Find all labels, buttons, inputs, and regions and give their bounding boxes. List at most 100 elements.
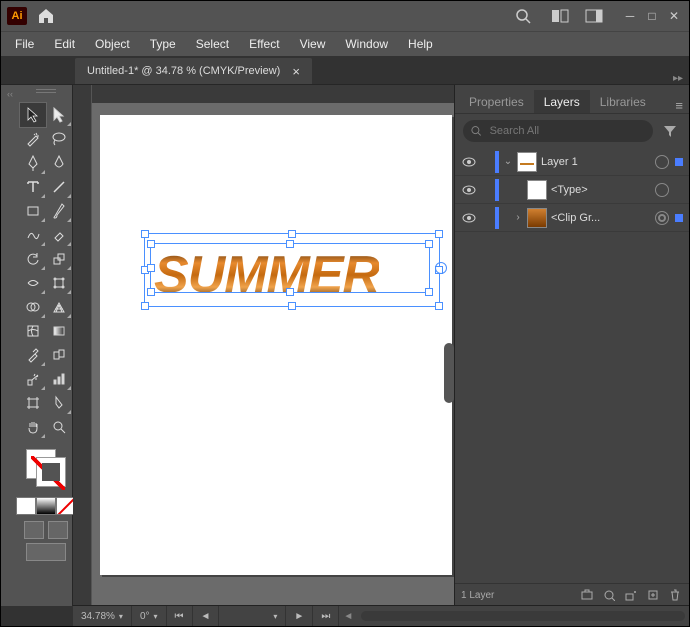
document-tab[interactable]: Untitled-1* @ 34.78 % (CMYK/Preview) × [75, 58, 312, 84]
layer-row-layer1[interactable]: ⌄ Layer 1 [455, 148, 689, 176]
bounding-box-inner[interactable] [150, 243, 430, 293]
menu-edit[interactable]: Edit [44, 35, 85, 53]
layer-name[interactable]: Layer 1 [541, 156, 651, 168]
stroke-swatch[interactable] [36, 457, 66, 487]
panel-flyout-icon[interactable]: ▸▸ [673, 73, 683, 84]
expand-caret[interactable]: ⌄ [503, 156, 513, 167]
tools-grip[interactable] [26, 89, 66, 99]
gradient-mode-button[interactable] [36, 497, 56, 515]
ruler-horizontal[interactable] [92, 85, 454, 104]
symbol-sprayer-tool[interactable] [20, 367, 46, 391]
gradient-tool[interactable] [46, 319, 72, 343]
menu-select[interactable]: Select [186, 35, 239, 53]
menu-file[interactable]: File [5, 35, 44, 53]
menu-view[interactable]: View [290, 35, 336, 53]
tab-properties[interactable]: Properties [459, 90, 534, 113]
blend-tool[interactable] [46, 343, 72, 367]
line-segment-tool[interactable] [46, 175, 72, 199]
close-tab-icon[interactable]: × [292, 64, 300, 79]
new-layer-icon[interactable] [645, 587, 661, 603]
visibility-toggle[interactable] [461, 213, 477, 223]
horizontal-scrollbar[interactable] [361, 611, 685, 621]
artboard-nav-next[interactable]: ► [286, 606, 313, 626]
text-out-port-icon[interactable] [435, 262, 447, 274]
locate-object-icon[interactable] [579, 587, 595, 603]
zoom-tool[interactable] [46, 415, 72, 439]
zoom-level[interactable]: 34.78%▾ [73, 606, 132, 626]
tab-layers[interactable]: Layers [534, 90, 590, 113]
eraser-tool[interactable] [46, 223, 72, 247]
artboard[interactable]: SUMMER [100, 115, 452, 575]
arrange-documents-icon[interactable] [551, 9, 569, 23]
expand-caret[interactable]: › [513, 212, 523, 223]
direct-selection-tool[interactable] [46, 103, 72, 127]
target-icon[interactable] [655, 155, 669, 169]
layers-search-input[interactable] [463, 120, 653, 142]
menu-help[interactable]: Help [398, 35, 443, 53]
layer-name[interactable]: <Clip Gr... [551, 212, 651, 224]
search-icon[interactable] [515, 8, 531, 24]
draw-normal-button[interactable] [24, 521, 44, 539]
create-sublayer-icon[interactable] [623, 587, 639, 603]
maximize-button[interactable]: □ [643, 9, 661, 23]
delete-layer-icon[interactable] [667, 587, 683, 603]
home-icon[interactable] [37, 8, 55, 24]
rotate-view[interactable]: 0°▾ [132, 606, 167, 626]
make-clipping-mask-icon[interactable] [601, 587, 617, 603]
eyedropper-tool[interactable] [20, 343, 46, 367]
minimize-button[interactable]: ─ [621, 9, 639, 23]
shape-builder-tool[interactable] [20, 295, 46, 319]
shaper-tool[interactable] [20, 223, 46, 247]
close-window-button[interactable]: ✕ [665, 9, 683, 23]
mesh-tool[interactable] [20, 319, 46, 343]
width-tool[interactable] [20, 271, 46, 295]
layer-name[interactable]: <Type> [551, 184, 651, 196]
hscroll-left[interactable]: ◄ [339, 611, 357, 622]
rectangle-tool[interactable] [20, 199, 46, 223]
menu-object[interactable]: Object [85, 35, 140, 53]
vertical-scrollbar[interactable] [444, 343, 454, 403]
column-graph-tool[interactable] [46, 367, 72, 391]
artboard-nav-prev[interactable]: ◄ [193, 606, 220, 626]
selection-tool[interactable] [20, 103, 46, 127]
hand-tool[interactable] [20, 415, 46, 439]
screen-mode-button[interactable] [26, 543, 66, 561]
paintbrush-tool[interactable] [46, 199, 72, 223]
workspace-switcher-icon[interactable] [585, 9, 603, 23]
collapsed-panel-strip[interactable]: ‹‹ [1, 85, 19, 606]
ruler-vertical[interactable] [73, 85, 92, 606]
perspective-grid-tool[interactable] [46, 295, 72, 319]
tab-libraries[interactable]: Libraries [590, 90, 656, 113]
target-icon[interactable] [655, 183, 669, 197]
target-icon[interactable] [655, 211, 669, 225]
fill-stroke-control[interactable] [24, 447, 68, 487]
curvature-tool[interactable] [46, 151, 72, 175]
menu-type[interactable]: Type [140, 35, 186, 53]
draw-behind-button[interactable] [48, 521, 68, 539]
canvas[interactable]: SUMMER [92, 103, 454, 606]
panel-menu-icon[interactable]: ≡ [675, 98, 683, 113]
type-tool[interactable] [20, 175, 46, 199]
artboard-nav-field[interactable]: ▾ [219, 606, 286, 626]
visibility-toggle[interactable] [461, 185, 477, 195]
artboard-nav-last[interactable]: ⏭ [313, 606, 339, 626]
menu-window[interactable]: Window [335, 35, 398, 53]
magic-wand-tool[interactable] [20, 127, 46, 151]
layer-row-type[interactable]: <Type> [455, 176, 689, 204]
free-transform-tool[interactable] [46, 271, 72, 295]
visibility-toggle[interactable] [461, 157, 477, 167]
selection-indicator[interactable] [675, 214, 683, 222]
selection-indicator[interactable] [675, 158, 683, 166]
lasso-tool[interactable] [46, 127, 72, 151]
slice-tool[interactable] [46, 391, 72, 415]
color-mode-button[interactable] [16, 497, 36, 515]
filter-layers-icon[interactable] [659, 120, 681, 142]
artboard-tool[interactable] [20, 391, 46, 415]
layers-search-field[interactable] [488, 124, 645, 138]
scale-tool[interactable] [46, 247, 72, 271]
layer-row-clipgroup[interactable]: › <Clip Gr... [455, 204, 689, 232]
pen-tool[interactable] [20, 151, 46, 175]
menu-effect[interactable]: Effect [239, 35, 289, 53]
artboard-nav-first[interactable]: ⏮ [167, 606, 193, 626]
rotate-tool[interactable] [20, 247, 46, 271]
